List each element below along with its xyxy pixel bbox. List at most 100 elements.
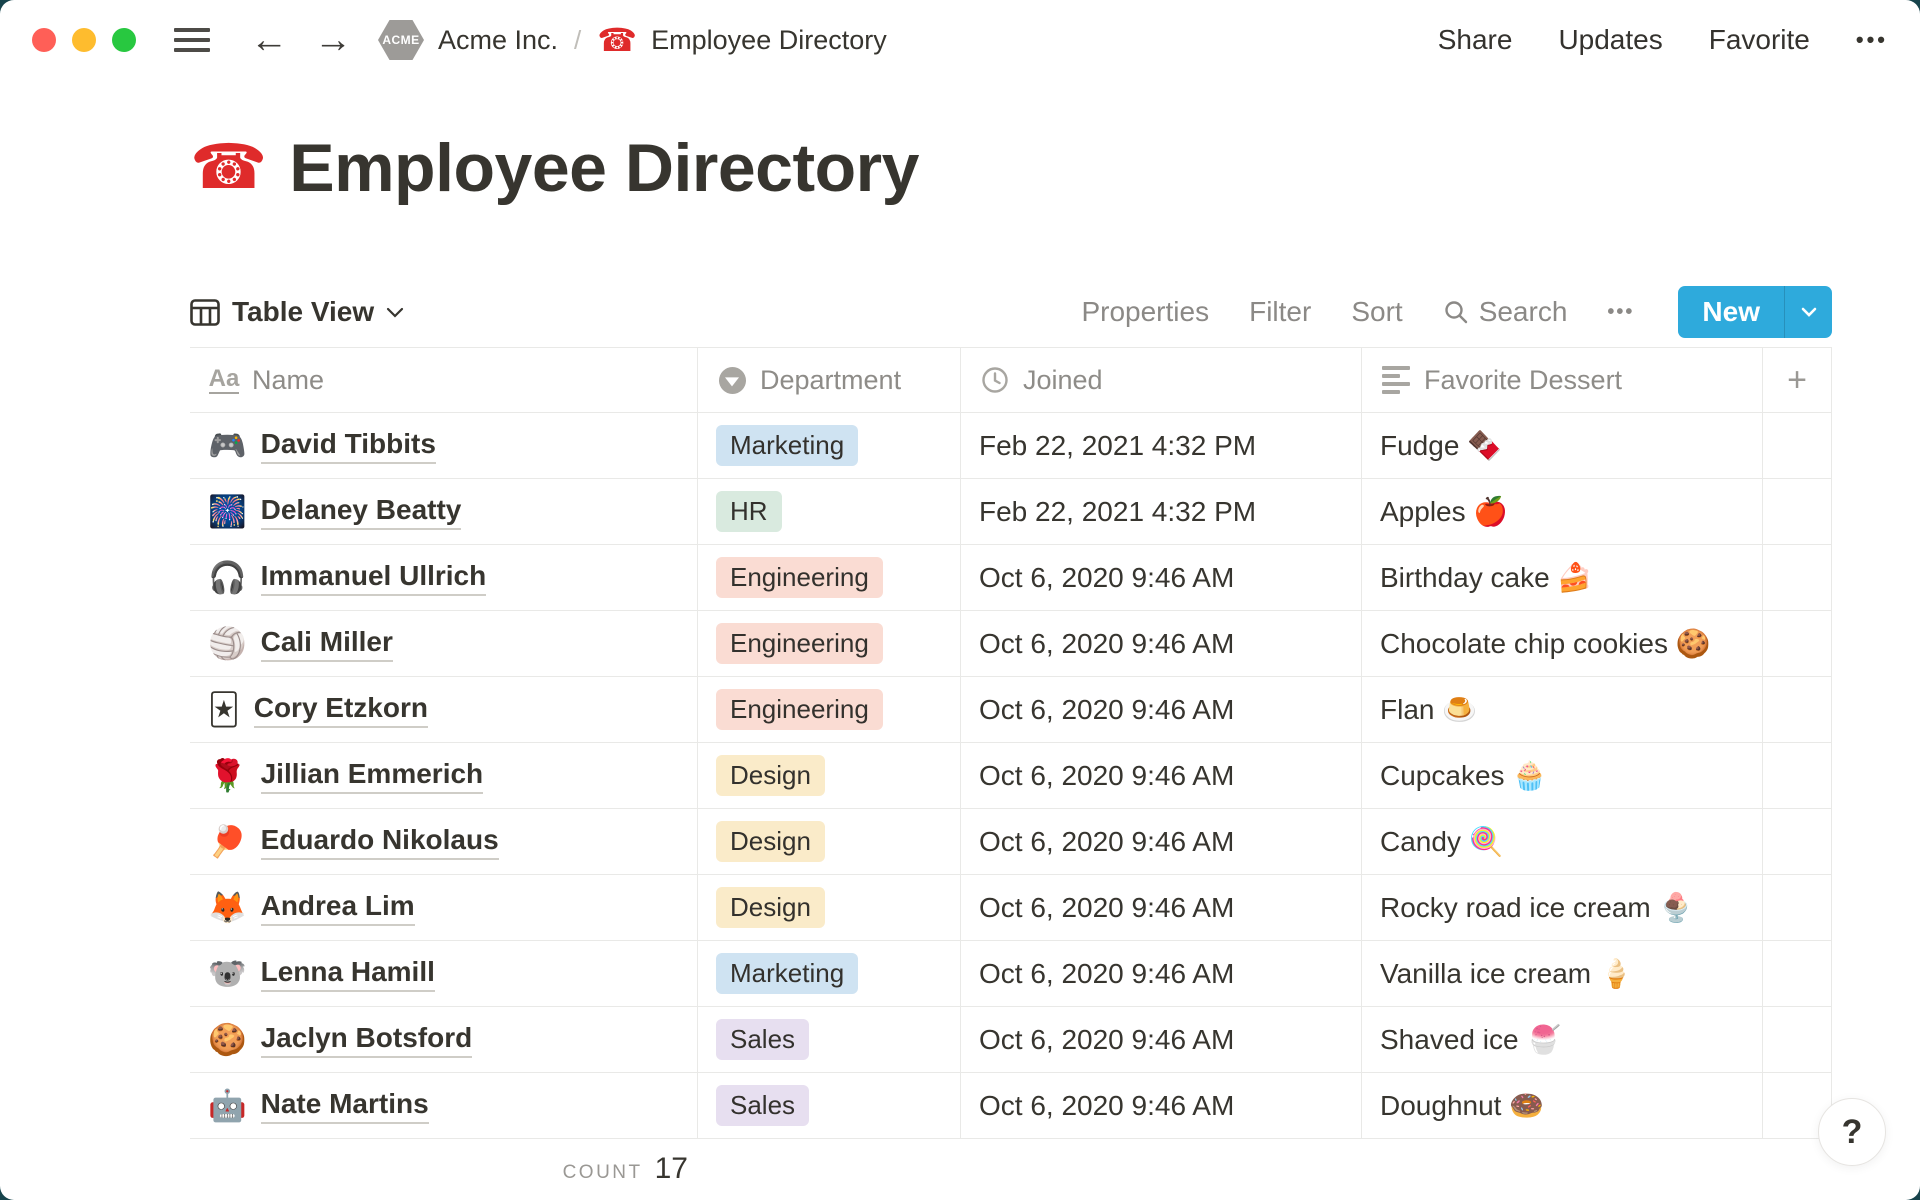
joined-cell[interactable]: Oct 6, 2020 9:46 AM xyxy=(961,809,1362,874)
department-cell[interactable]: Engineering xyxy=(698,611,961,676)
dessert-cell[interactable]: Apples 🍎 xyxy=(1362,479,1763,544)
row-page-emoji-icon: 🃏 xyxy=(208,694,240,725)
dessert-cell[interactable]: Flan 🍮 xyxy=(1362,677,1763,742)
employee-page-link[interactable]: Cory Etzkorn xyxy=(254,692,428,728)
joined-cell[interactable]: Oct 6, 2020 9:46 AM xyxy=(961,611,1362,676)
name-cell[interactable]: 🌹Jillian Emmerich xyxy=(190,743,698,808)
dessert-cell[interactable]: Vanilla ice cream 🍦 xyxy=(1362,941,1763,1006)
breadcrumb: ACME Acme Inc. / ☎ Employee Directory xyxy=(378,20,887,60)
department-cell[interactable]: HR xyxy=(698,479,961,544)
joined-cell[interactable]: Feb 22, 2021 4:32 PM xyxy=(961,413,1362,478)
sort-button[interactable]: Sort xyxy=(1351,296,1402,328)
favorite-button[interactable]: Favorite xyxy=(1709,24,1810,56)
department-cell[interactable]: Sales xyxy=(698,1007,961,1072)
add-column-button[interactable]: + xyxy=(1763,348,1832,412)
name-cell[interactable]: 🐨Lenna Hamill xyxy=(190,941,698,1006)
properties-button[interactable]: Properties xyxy=(1081,296,1209,328)
department-tag[interactable]: Sales xyxy=(716,1019,809,1060)
department-cell[interactable]: Engineering xyxy=(698,545,961,610)
close-window-button[interactable] xyxy=(32,28,56,52)
page-icon-phone[interactable]: ☎ xyxy=(190,137,267,199)
name-cell[interactable]: 🏐Cali Miller xyxy=(190,611,698,676)
dessert-cell[interactable]: Cupcakes 🧁 xyxy=(1362,743,1763,808)
column-header-department[interactable]: Department xyxy=(698,348,961,412)
employee-page-link[interactable]: Delaney Beatty xyxy=(261,494,462,530)
department-cell[interactable]: Marketing xyxy=(698,413,961,478)
employee-page-link[interactable]: Jillian Emmerich xyxy=(261,758,484,794)
count-footer[interactable]: COUNT 17 xyxy=(190,1152,698,1186)
dessert-cell[interactable]: Shaved ice 🍧 xyxy=(1362,1007,1763,1072)
department-tag[interactable]: Sales xyxy=(716,1085,809,1126)
new-record-button[interactable]: New xyxy=(1678,286,1832,338)
employee-page-link[interactable]: Immanuel Ullrich xyxy=(261,560,487,596)
employee-page-link[interactable]: Cali Miller xyxy=(261,626,393,662)
minimize-window-button[interactable] xyxy=(72,28,96,52)
dessert-cell[interactable]: Birthday cake 🍰 xyxy=(1362,545,1763,610)
name-cell[interactable]: 🎆Delaney Beatty xyxy=(190,479,698,544)
department-tag[interactable]: HR xyxy=(716,491,782,532)
department-cell[interactable]: Design xyxy=(698,875,961,940)
search-button[interactable]: Search xyxy=(1443,296,1568,328)
department-tag[interactable]: Marketing xyxy=(716,425,858,466)
department-tag[interactable]: Engineering xyxy=(716,623,883,664)
department-tag[interactable]: Engineering xyxy=(716,557,883,598)
dessert-cell[interactable]: Rocky road ice cream 🍨 xyxy=(1362,875,1763,940)
joined-cell[interactable]: Oct 6, 2020 9:46 AM xyxy=(961,1007,1362,1072)
forward-arrow-icon[interactable]: → xyxy=(314,21,352,59)
employee-page-link[interactable]: Nate Martins xyxy=(261,1088,429,1124)
joined-cell[interactable]: Oct 6, 2020 9:46 AM xyxy=(961,677,1362,742)
department-cell[interactable]: Sales xyxy=(698,1073,961,1138)
employee-page-link[interactable]: Eduardo Nikolaus xyxy=(261,824,499,860)
name-cell[interactable]: 🤖Nate Martins xyxy=(190,1073,698,1138)
name-cell[interactable]: 🏓Eduardo Nikolaus xyxy=(190,809,698,874)
dessert-cell[interactable]: Doughnut 🍩 xyxy=(1362,1073,1763,1138)
joined-cell[interactable]: Oct 6, 2020 9:46 AM xyxy=(961,743,1362,808)
updates-button[interactable]: Updates xyxy=(1558,24,1662,56)
breadcrumb-workspace[interactable]: Acme Inc. xyxy=(438,25,558,56)
name-cell[interactable]: 🎮David Tibbits xyxy=(190,413,698,478)
dessert-cell[interactable]: Candy 🍭 xyxy=(1362,809,1763,874)
table-view-switcher[interactable]: Table View xyxy=(190,296,404,328)
employee-page-link[interactable]: David Tibbits xyxy=(261,428,436,464)
workspace-logo[interactable]: ACME xyxy=(378,20,424,60)
employee-page-link[interactable]: Lenna Hamill xyxy=(261,956,435,992)
department-cell[interactable]: Marketing xyxy=(698,941,961,1006)
department-tag[interactable]: Engineering xyxy=(716,689,883,730)
dessert-cell[interactable]: Chocolate chip cookies 🍪 xyxy=(1362,611,1763,676)
more-options-icon[interactable]: ••• xyxy=(1856,27,1888,53)
dessert-cell[interactable]: Fudge 🍫 xyxy=(1362,413,1763,478)
name-cell[interactable]: 🃏 Cory Etzkorn xyxy=(190,677,698,742)
name-cell[interactable]: 🍪Jaclyn Botsford xyxy=(190,1007,698,1072)
department-tag[interactable]: Design xyxy=(716,755,825,796)
sidebar-menu-icon[interactable] xyxy=(174,28,210,52)
breadcrumb-page[interactable]: Employee Directory xyxy=(651,25,887,56)
table-row: 🏓Eduardo Nikolaus Design Oct 6, 2020 9:46 … xyxy=(190,809,1832,875)
chevron-down-icon xyxy=(1801,307,1817,317)
zoom-window-button[interactable] xyxy=(112,28,136,52)
new-button-caret[interactable] xyxy=(1784,286,1832,338)
column-header-name[interactable]: Aa Name xyxy=(190,348,698,412)
department-cell[interactable]: Design xyxy=(698,743,961,808)
department-tag[interactable]: Design xyxy=(716,887,825,928)
employee-page-link[interactable]: Jaclyn Botsford xyxy=(261,1022,473,1058)
view-more-options-icon[interactable]: ••• xyxy=(1607,301,1634,324)
help-button[interactable]: ? xyxy=(1818,1098,1886,1166)
name-cell[interactable]: 🦊Andrea Lim xyxy=(190,875,698,940)
new-button-label[interactable]: New xyxy=(1678,286,1784,338)
department-cell[interactable]: Design xyxy=(698,809,961,874)
column-header-favorite-dessert[interactable]: Favorite Dessert xyxy=(1362,348,1763,412)
employee-page-link[interactable]: Andrea Lim xyxy=(261,890,415,926)
joined-cell[interactable]: Feb 22, 2021 4:32 PM xyxy=(961,479,1362,544)
joined-cell[interactable]: Oct 6, 2020 9:46 AM xyxy=(961,545,1362,610)
joined-cell[interactable]: Oct 6, 2020 9:46 AM xyxy=(961,1073,1362,1138)
share-button[interactable]: Share xyxy=(1438,24,1513,56)
joined-cell[interactable]: Oct 6, 2020 9:46 AM xyxy=(961,875,1362,940)
joined-cell[interactable]: Oct 6, 2020 9:46 AM xyxy=(961,941,1362,1006)
name-cell[interactable]: 🎧Immanuel Ullrich xyxy=(190,545,698,610)
department-cell[interactable]: Engineering xyxy=(698,677,961,742)
back-arrow-icon[interactable]: ← xyxy=(250,21,288,59)
filter-button[interactable]: Filter xyxy=(1249,296,1311,328)
department-tag[interactable]: Design xyxy=(716,821,825,862)
column-header-joined[interactable]: Joined xyxy=(961,348,1362,412)
department-tag[interactable]: Marketing xyxy=(716,953,858,994)
